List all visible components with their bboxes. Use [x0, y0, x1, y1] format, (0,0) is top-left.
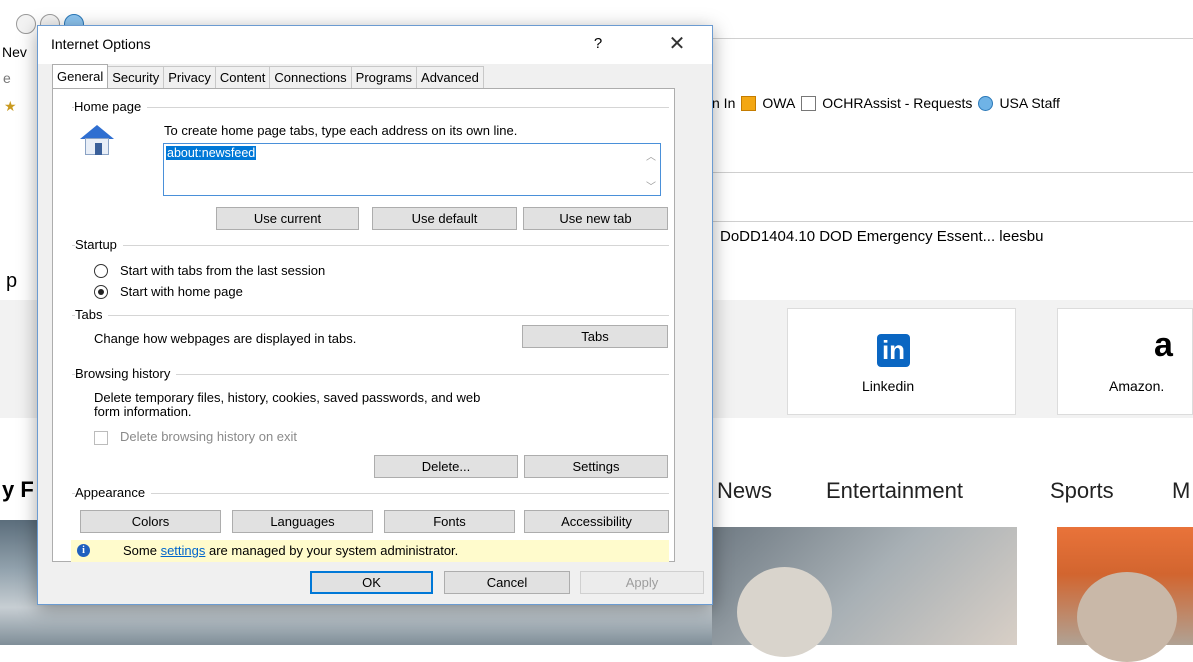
- favorite-item-usa-staff[interactable]: USA Staff: [999, 95, 1059, 111]
- photo-person-head: [737, 567, 832, 657]
- photo-person-head: [1077, 572, 1177, 662]
- favorites-bar: n In OWA OCHRAssist - Requests USA Staff: [712, 95, 1060, 111]
- delete-history-button[interactable]: Delete...: [374, 455, 518, 478]
- fonts-button[interactable]: Fonts: [384, 510, 515, 533]
- use-default-button[interactable]: Use default: [372, 207, 517, 230]
- close-button[interactable]: ✕: [660, 28, 694, 60]
- nav-news[interactable]: News: [717, 478, 772, 504]
- home-page-instruction: To create home page tabs, type each addr…: [164, 123, 518, 138]
- appearance-group-label: Appearance: [75, 485, 152, 500]
- tab-strip: General Security Privacy Content Connect…: [52, 64, 484, 89]
- languages-button[interactable]: Languages: [232, 510, 373, 533]
- tab-content[interactable]: Content: [214, 66, 271, 88]
- back-button[interactable]: [16, 14, 36, 34]
- favorites-partial-icon: ★: [4, 98, 17, 114]
- nav-more[interactable]: M: [1172, 478, 1190, 504]
- amazon-logo-icon: a: [1154, 326, 1173, 364]
- cancel-button[interactable]: Cancel: [444, 571, 570, 594]
- use-new-tab-button[interactable]: Use new tab: [523, 207, 668, 230]
- divider: [712, 172, 1193, 173]
- dialog-titlebar[interactable]: Internet Options ? ✕: [38, 26, 712, 64]
- partial-section-heading: y F: [2, 477, 34, 502]
- tile-linkedin-label: Linkedin: [862, 378, 915, 394]
- browser-tab-partial[interactable]: Nev: [2, 44, 27, 60]
- tab-connections[interactable]: Connections: [269, 66, 352, 88]
- colors-button[interactable]: Colors: [80, 510, 221, 533]
- radio-home-page-label[interactable]: Start with home page: [120, 284, 243, 299]
- ie-icon: [978, 95, 994, 111]
- settings-link[interactable]: settings: [161, 543, 206, 558]
- info-icon: i: [77, 544, 90, 557]
- divider: [712, 221, 1193, 222]
- browsing-history-group-label: Browsing history: [75, 366, 177, 381]
- info-text-suffix: are managed by your system administrator…: [205, 543, 459, 558]
- favorite-item-owa[interactable]: OWA: [762, 95, 795, 111]
- use-current-button[interactable]: Use current: [216, 207, 359, 230]
- internet-options-dialog: Internet Options ? ✕ General Security Pr…: [37, 25, 713, 605]
- tabs-settings-button[interactable]: Tabs: [522, 325, 668, 348]
- tabs-description: Change how webpages are displayed in tab…: [94, 331, 357, 346]
- group-divider: [72, 107, 669, 108]
- nav-sports[interactable]: Sports: [1050, 478, 1114, 504]
- ok-button[interactable]: OK: [310, 571, 433, 594]
- tab-advanced[interactable]: Advanced: [416, 66, 484, 88]
- scroll-up-icon[interactable]: ︿: [646, 148, 656, 163]
- browsing-history-description: Delete temporary files, history, cookies…: [94, 390, 481, 405]
- accessibility-button[interactable]: Accessibility: [524, 510, 669, 533]
- delete-on-exit-checkbox[interactable]: [94, 431, 108, 445]
- outlook-icon: [741, 95, 757, 111]
- admin-info-text: Some settings are managed by your system…: [123, 543, 458, 558]
- scroll-down-icon[interactable]: ﹀: [646, 178, 656, 193]
- startup-group-label: Startup: [75, 237, 123, 252]
- tab-privacy[interactable]: Privacy: [163, 66, 216, 88]
- browser-partial-text: e: [3, 70, 11, 86]
- links-row[interactable]: DoDD1404.10 DOD Emergency Essent... lees…: [720, 228, 1044, 245]
- radio-home-page[interactable]: [94, 285, 108, 299]
- tab-general[interactable]: General: [52, 64, 109, 88]
- news-photo[interactable]: [1057, 527, 1193, 662]
- home-page-url-value: about:newsfeed: [166, 146, 257, 160]
- home-page-icon: [78, 125, 116, 157]
- nav-entertainment[interactable]: Entertainment: [826, 478, 963, 504]
- tab-programs[interactable]: Programs: [350, 66, 418, 88]
- home-page-group-label: Home page: [74, 99, 148, 114]
- favorite-item[interactable]: n In: [712, 95, 735, 111]
- group-divider: [72, 493, 669, 494]
- history-settings-button[interactable]: Settings: [524, 455, 668, 478]
- delete-on-exit-label[interactable]: Delete browsing history on exit: [120, 429, 297, 444]
- partial-heading: p: [6, 270, 18, 292]
- radio-last-session-label[interactable]: Start with tabs from the last session: [120, 263, 325, 278]
- apply-button[interactable]: Apply: [580, 571, 704, 594]
- tabs-group-label: Tabs: [75, 307, 109, 322]
- favorite-item-ochrassist[interactable]: OCHRAssist - Requests: [822, 95, 972, 111]
- dialog-title: Internet Options: [51, 36, 151, 52]
- linkedin-logo-icon: in: [877, 334, 910, 367]
- news-photo[interactable]: [712, 527, 1017, 657]
- tile-amazon-label: Amazon.: [1109, 378, 1165, 394]
- tab-security[interactable]: Security: [107, 66, 165, 88]
- browsing-history-description-2: form information.: [94, 404, 192, 419]
- home-page-textarea[interactable]: about:newsfeed ︿ ﹀: [163, 143, 661, 196]
- help-button[interactable]: ?: [583, 28, 613, 60]
- page-icon: [801, 95, 817, 111]
- group-divider: [72, 315, 669, 316]
- info-text-prefix: Some: [123, 543, 161, 558]
- radio-last-session[interactable]: [94, 264, 108, 278]
- group-divider: [72, 245, 669, 246]
